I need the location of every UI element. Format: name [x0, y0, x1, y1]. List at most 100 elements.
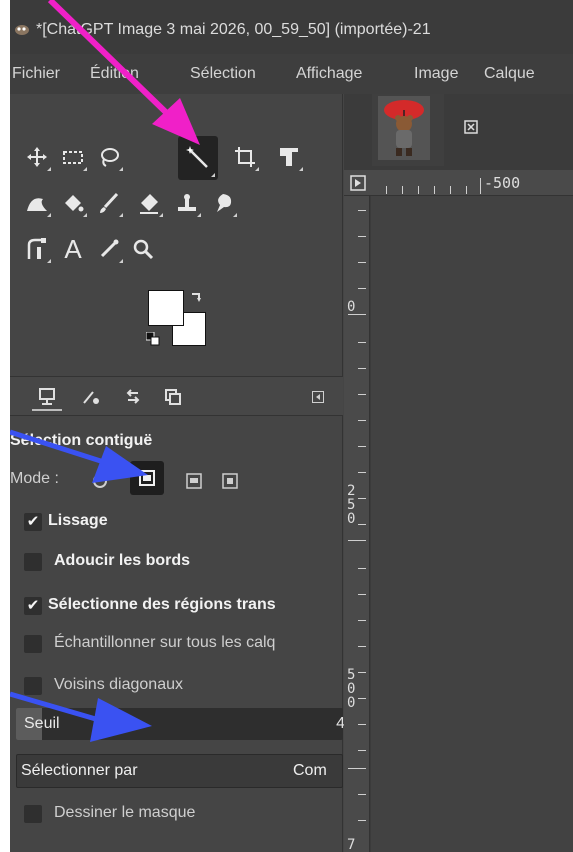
diagonal-label: Voisins diagonaux: [54, 676, 183, 693]
v-ruler-label-0: 0: [347, 299, 356, 315]
image-tab[interactable]: [372, 94, 478, 166]
menu-image[interactable]: Image: [414, 65, 458, 83]
close-image-icon[interactable]: [464, 120, 478, 134]
smudge-tool[interactable]: [206, 186, 240, 220]
draw-mask-label: Dessiner le masque: [54, 804, 196, 821]
sample-merged-label: Échantillonner sur tous les calq: [54, 634, 276, 651]
device-status-tab[interactable]: [76, 383, 106, 411]
sample-merged-checkbox[interactable]: [24, 635, 42, 653]
select-by-label: Sélectionner par: [21, 762, 138, 779]
transparent-checkbox[interactable]: ✔: [24, 597, 42, 615]
rect-select-icon: [63, 151, 83, 164]
lasso-icon: [101, 148, 119, 167]
zoom-icon: [133, 239, 154, 260]
horizontal-ruler: -500: [344, 170, 573, 196]
window-title: *[ChatGPT Image 3 mai 2026, 00_59_50] (i…: [36, 21, 431, 38]
gimp-logo-icon: [15, 25, 29, 35]
move-tool[interactable]: [20, 140, 54, 174]
transparent-label: Sélectionne des régions trans: [48, 596, 276, 613]
diagonal-row[interactable]: Voisins diagonaux: [10, 676, 343, 698]
select-by-value: Com: [293, 762, 327, 779]
mode-row: Mode :: [10, 461, 343, 495]
threshold-slider[interactable]: Seuil 4: [16, 708, 345, 740]
v-ruler-label-500: 5 0 0: [347, 667, 356, 711]
tool-options-tab[interactable]: [32, 383, 62, 411]
adoucir-row[interactable]: Adoucir les bords: [10, 552, 343, 574]
text-tool[interactable]: A: [56, 232, 90, 266]
color-picker-tool[interactable]: [92, 232, 126, 266]
clone-tool[interactable]: [170, 186, 204, 220]
menu-fichier[interactable]: Fichier: [12, 65, 60, 83]
images-icon: [165, 389, 181, 405]
quick-mask-toggle-icon[interactable]: [350, 175, 366, 191]
lissage-row[interactable]: ✔ Lissage: [10, 512, 343, 534]
fuzzy-select-tool[interactable]: [178, 136, 218, 180]
menu-calque[interactable]: Calque: [484, 65, 535, 83]
color-picker-icon: [100, 239, 119, 258]
default-colors-icon[interactable]: [146, 332, 160, 346]
clone-icon: [178, 194, 196, 211]
draw-mask-row[interactable]: Dessiner le masque: [10, 804, 343, 826]
device-status-icon: [83, 391, 99, 404]
sample-merged-row[interactable]: Échantillonner sur tous les calq: [10, 634, 343, 656]
diagonal-checkbox[interactable]: [24, 677, 42, 695]
select-by-combo[interactable]: Sélectionner par Com: [16, 754, 343, 788]
transparent-row[interactable]: ✔ Sélectionne des régions trans: [10, 596, 343, 618]
dock-menu-icon: [312, 391, 324, 403]
gimp-window: *[ChatGPT Image 3 mai 2026, 00_59_50] (i…: [10, 0, 573, 852]
zoom-tool[interactable]: [126, 232, 160, 266]
menu-edition[interactable]: Édition: [90, 65, 139, 83]
bucket-icon: [65, 195, 84, 212]
lissage-checkbox[interactable]: ✔: [24, 513, 42, 531]
mode-subtract-button[interactable]: [184, 471, 204, 491]
smudge-icon: [217, 194, 232, 212]
eraser-icon: [140, 194, 158, 214]
crop-tool[interactable]: [228, 140, 262, 174]
image-canvas[interactable]: [371, 196, 573, 852]
v-ruler-label-750: 7: [347, 837, 356, 852]
undo-history-tab[interactable]: [118, 383, 148, 411]
tool-options-heading: Sélection contiguë: [10, 432, 153, 449]
lissage-label: Lissage: [48, 512, 108, 529]
bucket-fill-tool[interactable]: [56, 186, 90, 220]
mode-intersect-icon: [222, 473, 238, 489]
fg-bg-colors: [146, 290, 218, 352]
dock-menu-button[interactable]: [308, 383, 328, 411]
undo-icon: [126, 389, 140, 404]
images-tab[interactable]: [158, 383, 188, 411]
adoucir-label: Adoucir les bords: [54, 552, 191, 569]
crop-icon: [235, 147, 255, 167]
adoucir-checkbox[interactable]: [24, 553, 42, 571]
paintbrush-tool[interactable]: [92, 186, 126, 220]
mode-add-icon: [139, 470, 155, 486]
left-dock: A Sélection contiguë Mode: ✔ Lissage Ad…: [10, 94, 345, 852]
menu-affichage[interactable]: Affichage: [296, 65, 362, 83]
h-ruler-label: -500: [484, 174, 521, 192]
brush-icon: [100, 192, 119, 213]
paths-tool[interactable]: [20, 232, 54, 266]
mode-add-button[interactable]: [130, 461, 164, 495]
title-bar: *[ChatGPT Image 3 mai 2026, 00_59_50] (i…: [10, 0, 573, 54]
tool-options-icon: [39, 388, 55, 405]
draw-mask-checkbox[interactable]: [24, 805, 42, 823]
dock-tabs: [10, 376, 343, 416]
warp-icon: [27, 198, 47, 211]
eraser-tool[interactable]: [132, 186, 166, 220]
unified-transform-tool[interactable]: [272, 140, 306, 174]
mode-subtract-icon: [186, 473, 202, 489]
swap-colors-icon[interactable]: [190, 290, 204, 304]
magic-wand-icon: [186, 146, 208, 168]
image-thumbnail: [378, 96, 430, 160]
mode-intersect-button[interactable]: [220, 471, 240, 491]
threshold-label: Seuil: [24, 715, 60, 732]
v-ruler-label-250: 2 5 0: [347, 483, 356, 527]
mode-label: Mode :: [10, 470, 59, 487]
foreground-color-swatch[interactable]: [148, 290, 184, 326]
free-select-tool[interactable]: [92, 140, 126, 174]
move-icon: [27, 147, 47, 167]
mode-replace-button[interactable]: [90, 471, 110, 491]
paths-icon: [27, 238, 46, 259]
rect-select-tool[interactable]: [56, 140, 90, 174]
menu-selection[interactable]: Sélection: [190, 65, 256, 83]
warp-tool[interactable]: [20, 186, 54, 220]
